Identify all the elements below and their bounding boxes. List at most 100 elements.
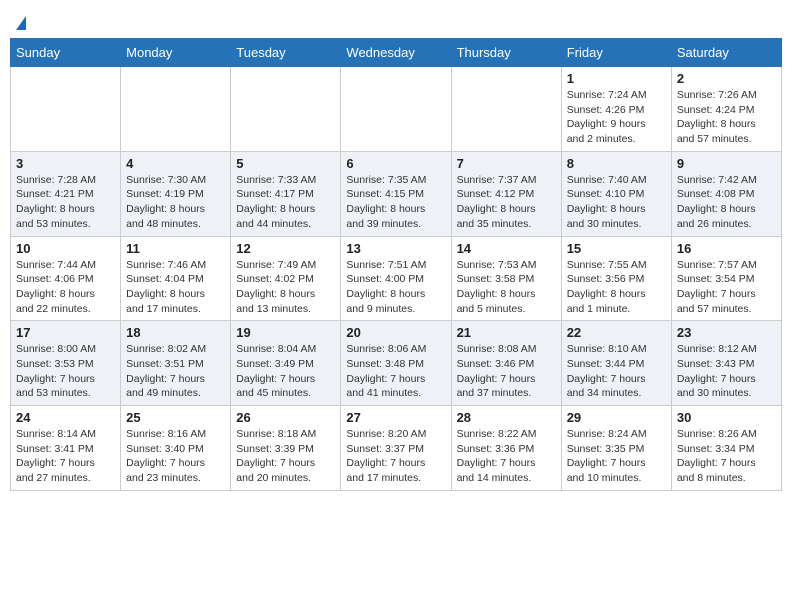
calendar-cell: 7 Sunrise: 7:37 AM Sunset: 4:12 PM Daylig… <box>451 151 561 236</box>
day-info: Sunrise: 8:18 AM Sunset: 3:39 PM Dayligh… <box>236 427 335 486</box>
calendar-cell: 3 Sunrise: 7:28 AM Sunset: 4:21 PM Daylig… <box>11 151 121 236</box>
header <box>10 10 782 30</box>
calendar-cell: 6 Sunrise: 7:35 AM Sunset: 4:15 PM Daylig… <box>341 151 451 236</box>
day-info: Sunrise: 7:33 AM Sunset: 4:17 PM Dayligh… <box>236 173 335 232</box>
day-number: 5 <box>236 156 335 171</box>
day-number: 29 <box>567 410 666 425</box>
calendar-cell: 1 Sunrise: 7:24 AM Sunset: 4:26 PM Daylig… <box>561 67 671 152</box>
day-info: Sunrise: 7:55 AM Sunset: 3:56 PM Dayligh… <box>567 258 666 317</box>
day-info: Sunrise: 7:57 AM Sunset: 3:54 PM Dayligh… <box>677 258 776 317</box>
day-number: 16 <box>677 241 776 256</box>
week-row-4: 24 Sunrise: 8:14 AM Sunset: 3:41 PM Dayli… <box>11 406 782 491</box>
calendar-cell <box>231 67 341 152</box>
day-info: Sunrise: 7:37 AM Sunset: 4:12 PM Dayligh… <box>457 173 556 232</box>
day-info: Sunrise: 8:20 AM Sunset: 3:37 PM Dayligh… <box>346 427 445 486</box>
day-number: 19 <box>236 325 335 340</box>
calendar-cell: 30 Sunrise: 8:26 AM Sunset: 3:34 PM Dayli… <box>671 406 781 491</box>
week-row-0: 1 Sunrise: 7:24 AM Sunset: 4:26 PM Daylig… <box>11 67 782 152</box>
day-number: 24 <box>16 410 115 425</box>
calendar-cell: 12 Sunrise: 7:49 AM Sunset: 4:02 PM Dayli… <box>231 236 341 321</box>
day-info: Sunrise: 7:49 AM Sunset: 4:02 PM Dayligh… <box>236 258 335 317</box>
header-day-tuesday: Tuesday <box>231 39 341 67</box>
day-info: Sunrise: 7:53 AM Sunset: 3:58 PM Dayligh… <box>457 258 556 317</box>
calendar-cell: 11 Sunrise: 7:46 AM Sunset: 4:04 PM Dayli… <box>121 236 231 321</box>
day-info: Sunrise: 7:51 AM Sunset: 4:00 PM Dayligh… <box>346 258 445 317</box>
calendar-cell: 2 Sunrise: 7:26 AM Sunset: 4:24 PM Daylig… <box>671 67 781 152</box>
header-day-wednesday: Wednesday <box>341 39 451 67</box>
day-info: Sunrise: 7:28 AM Sunset: 4:21 PM Dayligh… <box>16 173 115 232</box>
calendar-cell <box>121 67 231 152</box>
calendar-cell <box>451 67 561 152</box>
calendar-cell: 10Sunrise: 7:44 AM Sunset: 4:06 PM Dayli… <box>11 236 121 321</box>
calendar-cell: 13 Sunrise: 7:51 AM Sunset: 4:00 PM Dayli… <box>341 236 451 321</box>
calendar-cell: 16 Sunrise: 7:57 AM Sunset: 3:54 PM Dayli… <box>671 236 781 321</box>
calendar-cell: 20 Sunrise: 8:06 AM Sunset: 3:48 PM Dayli… <box>341 321 451 406</box>
day-info: Sunrise: 7:40 AM Sunset: 4:10 PM Dayligh… <box>567 173 666 232</box>
day-number: 15 <box>567 241 666 256</box>
day-info: Sunrise: 8:16 AM Sunset: 3:40 PM Dayligh… <box>126 427 225 486</box>
logo-triangle-icon <box>16 16 26 30</box>
day-info: Sunrise: 7:46 AM Sunset: 4:04 PM Dayligh… <box>126 258 225 317</box>
calendar-header: SundayMondayTuesdayWednesdayThursdayFrid… <box>11 39 782 67</box>
header-day-friday: Friday <box>561 39 671 67</box>
day-number: 4 <box>126 156 225 171</box>
day-info: Sunrise: 8:00 AM Sunset: 3:53 PM Dayligh… <box>16 342 115 401</box>
day-number: 21 <box>457 325 556 340</box>
day-info: Sunrise: 8:14 AM Sunset: 3:41 PM Dayligh… <box>16 427 115 486</box>
week-row-1: 3 Sunrise: 7:28 AM Sunset: 4:21 PM Daylig… <box>11 151 782 236</box>
calendar-cell: 15 Sunrise: 7:55 AM Sunset: 3:56 PM Dayli… <box>561 236 671 321</box>
day-info: Sunrise: 8:02 AM Sunset: 3:51 PM Dayligh… <box>126 342 225 401</box>
day-number: 7 <box>457 156 556 171</box>
calendar-cell: 22 Sunrise: 8:10 AM Sunset: 3:44 PM Dayli… <box>561 321 671 406</box>
day-number: 2 <box>677 71 776 86</box>
day-info: Sunrise: 8:06 AM Sunset: 3:48 PM Dayligh… <box>346 342 445 401</box>
day-number: 25 <box>126 410 225 425</box>
day-number: 13 <box>346 241 445 256</box>
day-number: 9 <box>677 156 776 171</box>
day-number: 30 <box>677 410 776 425</box>
day-number: 27 <box>346 410 445 425</box>
calendar-cell: 14Sunrise: 7:53 AM Sunset: 3:58 PM Dayli… <box>451 236 561 321</box>
day-number: 6 <box>346 156 445 171</box>
calendar-cell: 25 Sunrise: 8:16 AM Sunset: 3:40 PM Dayli… <box>121 406 231 491</box>
day-info: Sunrise: 7:26 AM Sunset: 4:24 PM Dayligh… <box>677 88 776 147</box>
day-info: Sunrise: 7:24 AM Sunset: 4:26 PM Dayligh… <box>567 88 666 147</box>
header-day-saturday: Saturday <box>671 39 781 67</box>
calendar-cell: 26 Sunrise: 8:18 AM Sunset: 3:39 PM Dayli… <box>231 406 341 491</box>
day-number: 10 <box>16 241 115 256</box>
header-day-monday: Monday <box>121 39 231 67</box>
week-row-2: 10Sunrise: 7:44 AM Sunset: 4:06 PM Dayli… <box>11 236 782 321</box>
day-number: 3 <box>16 156 115 171</box>
day-info: Sunrise: 7:42 AM Sunset: 4:08 PM Dayligh… <box>677 173 776 232</box>
calendar-cell <box>341 67 451 152</box>
logo <box>14 16 26 30</box>
day-number: 26 <box>236 410 335 425</box>
calendar-cell: 29Sunrise: 8:24 AM Sunset: 3:35 PM Dayli… <box>561 406 671 491</box>
day-info: Sunrise: 8:08 AM Sunset: 3:46 PM Dayligh… <box>457 342 556 401</box>
day-number: 17 <box>16 325 115 340</box>
day-number: 11 <box>126 241 225 256</box>
calendar-cell: 5 Sunrise: 7:33 AM Sunset: 4:17 PM Daylig… <box>231 151 341 236</box>
calendar-cell: 18 Sunrise: 8:02 AM Sunset: 3:51 PM Dayli… <box>121 321 231 406</box>
day-number: 20 <box>346 325 445 340</box>
day-number: 8 <box>567 156 666 171</box>
header-day-sunday: Sunday <box>11 39 121 67</box>
day-number: 1 <box>567 71 666 86</box>
day-info: Sunrise: 7:35 AM Sunset: 4:15 PM Dayligh… <box>346 173 445 232</box>
calendar-cell: 23Sunrise: 8:12 AM Sunset: 3:43 PM Dayli… <box>671 321 781 406</box>
day-number: 18 <box>126 325 225 340</box>
calendar-cell <box>11 67 121 152</box>
day-info: Sunrise: 8:10 AM Sunset: 3:44 PM Dayligh… <box>567 342 666 401</box>
calendar-cell: 27 Sunrise: 8:20 AM Sunset: 3:37 PM Dayli… <box>341 406 451 491</box>
day-number: 22 <box>567 325 666 340</box>
header-day-thursday: Thursday <box>451 39 561 67</box>
day-info: Sunrise: 8:12 AM Sunset: 3:43 PM Dayligh… <box>677 342 776 401</box>
header-row: SundayMondayTuesdayWednesdayThursdayFrid… <box>11 39 782 67</box>
calendar-cell: 9 Sunrise: 7:42 AM Sunset: 4:08 PM Daylig… <box>671 151 781 236</box>
calendar-cell: 19 Sunrise: 8:04 AM Sunset: 3:49 PM Dayli… <box>231 321 341 406</box>
day-info: Sunrise: 8:26 AM Sunset: 3:34 PM Dayligh… <box>677 427 776 486</box>
calendar-cell: 21 Sunrise: 8:08 AM Sunset: 3:46 PM Dayli… <box>451 321 561 406</box>
calendar-cell: 28Sunrise: 8:22 AM Sunset: 3:36 PM Dayli… <box>451 406 561 491</box>
day-number: 12 <box>236 241 335 256</box>
day-info: Sunrise: 8:04 AM Sunset: 3:49 PM Dayligh… <box>236 342 335 401</box>
